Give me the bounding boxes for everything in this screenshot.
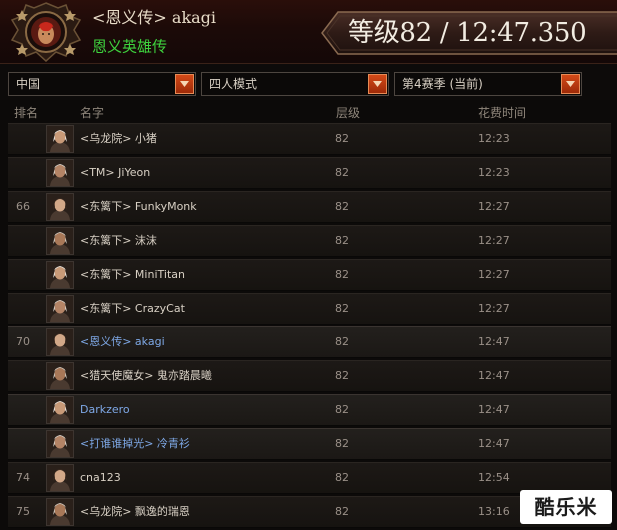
player-name-cell[interactable]: Darkzero <box>80 395 130 425</box>
player-name-cell[interactable]: <乌龙院> 小猪 <box>80 124 157 154</box>
rank-cell: 66 <box>16 200 30 213</box>
column-name: 名字 <box>80 106 105 120</box>
level-cell: 82 <box>335 302 349 315</box>
table-row[interactable]: Darkzero 82 12:47 <box>8 394 611 426</box>
time-cell: 12:47 <box>478 369 510 382</box>
column-time: 花费时间 <box>478 106 527 120</box>
chevron-down-icon[interactable] <box>175 74 194 94</box>
time-cell: 12:27 <box>478 302 510 315</box>
watermark-text: 酷乐米 <box>534 495 598 519</box>
table-row[interactable]: 70 <恩义传> akagi 82 12:47 <box>8 326 611 358</box>
table-row[interactable]: 66 <东篱下> FunkyMonk 82 12:27 <box>8 191 611 223</box>
filter-bar: 中国 四人模式 第4赛季 (当前) <box>0 64 617 100</box>
hero-portrait-icon <box>46 328 74 356</box>
hero-portrait-icon <box>46 430 74 458</box>
table-row[interactable]: <东篱下> CrazyCat 82 12:27 <box>8 293 611 325</box>
level-cell: 82 <box>335 471 349 484</box>
player-name-cell[interactable]: <东篱下> MiniTitan <box>80 260 185 290</box>
player-name: <恩义传> akagi <box>92 8 217 27</box>
hero-portrait-icon <box>46 498 74 526</box>
player-name-cell[interactable]: <乌龙院> 飘逸的瑞恩 <box>80 497 190 527</box>
hero-portrait-icon <box>46 396 74 424</box>
column-level: 层级 <box>336 106 361 120</box>
hero-portrait-icon <box>46 261 74 289</box>
hero-portrait-icon <box>46 159 74 187</box>
table-row[interactable]: <乌龙院> 小猪 82 12:23 <box>8 123 611 155</box>
clan-name: 恩义英雄传 <box>92 37 168 56</box>
hero-portrait-icon <box>46 125 74 153</box>
rank-cell: 70 <box>16 335 30 348</box>
level-cell: 82 <box>335 369 349 382</box>
table-row[interactable]: <东篱下> MiniTitan 82 12:27 <box>8 259 611 291</box>
time-cell: 12:23 <box>478 132 510 145</box>
rank-cell: 74 <box>16 471 30 484</box>
level-cell: 82 <box>335 403 349 416</box>
table-row[interactable]: <打谁谁掉光> 冷青衫 82 12:47 <box>8 428 611 460</box>
player-name-cell[interactable]: <TM> JiYeon <box>80 158 150 188</box>
player-name-cell[interactable]: <东篱下> CrazyCat <box>80 294 185 324</box>
hero-portrait-icon <box>46 295 74 323</box>
player-name-cell[interactable]: <打谁谁掉光> 冷青衫 <box>80 429 190 459</box>
hero-portrait-icon <box>46 464 74 492</box>
hero-portrait-icon <box>46 362 74 390</box>
table-row[interactable]: <TM> JiYeon 82 12:23 <box>8 157 611 189</box>
chevron-down-icon[interactable] <box>561 74 580 94</box>
player-name-cell[interactable]: <东篱下> 沫沫 <box>80 226 157 256</box>
region-dropdown-value: 中国 <box>16 77 41 91</box>
table-row[interactable]: <东篱下> 沫沫 82 12:27 <box>8 225 611 257</box>
player-header: <恩义传> akagi 恩义英雄传 等级82 / 12:47.350 <box>0 0 617 64</box>
time-cell: 12:47 <box>478 437 510 450</box>
rank-cell: 75 <box>16 505 30 518</box>
season-dropdown[interactable]: 第4赛季 (当前) <box>394 72 582 96</box>
level-cell: 82 <box>335 234 349 247</box>
player-name-cell[interactable]: <恩义传> akagi <box>80 327 165 357</box>
hero-portrait-icon <box>46 227 74 255</box>
chevron-down-icon[interactable] <box>368 74 387 94</box>
time-cell: 12:47 <box>478 335 510 348</box>
level-cell: 82 <box>335 335 349 348</box>
player-name-cell[interactable]: <东篱下> FunkyMonk <box>80 192 197 222</box>
level-cell: 82 <box>335 437 349 450</box>
level-cell: 82 <box>335 200 349 213</box>
leaderboard-screen: <恩义传> akagi 恩义英雄传 等级82 / 12:47.350 中国 四人… <box>0 0 617 530</box>
region-dropdown[interactable]: 中国 <box>8 72 196 96</box>
level-cell: 82 <box>335 505 349 518</box>
player-name-cell[interactable]: cna123 <box>80 463 121 493</box>
level-cell: 82 <box>335 166 349 179</box>
mode-dropdown-value: 四人模式 <box>209 77 258 91</box>
table-row[interactable]: <猎天使魔女> 鬼亦踏晨曦 82 12:47 <box>8 360 611 392</box>
time-cell: 12:47 <box>478 403 510 416</box>
table-header: 排名 名字 层级 花费时间 <box>8 104 611 122</box>
column-rank: 排名 <box>14 106 39 120</box>
season-dropdown-value: 第4赛季 (当前) <box>402 77 483 91</box>
hero-portrait-icon <box>46 193 74 221</box>
mode-dropdown[interactable]: 四人模式 <box>201 72 389 96</box>
time-cell: 12:27 <box>478 268 510 281</box>
level-time-result: 等级82 / 12:47.350 <box>348 18 587 48</box>
time-cell: 12:27 <box>478 200 510 213</box>
player-name-cell[interactable]: <猎天使魔女> 鬼亦踏晨曦 <box>80 361 212 391</box>
time-cell: 12:27 <box>478 234 510 247</box>
level-cell: 82 <box>335 132 349 145</box>
time-cell: 12:23 <box>478 166 510 179</box>
level-cell: 82 <box>335 268 349 281</box>
site-watermark: 酷乐米 <box>520 490 612 524</box>
time-cell: 12:54 <box>478 471 510 484</box>
time-cell: 13:16 <box>478 505 510 518</box>
clan-banner-icon <box>8 2 84 63</box>
